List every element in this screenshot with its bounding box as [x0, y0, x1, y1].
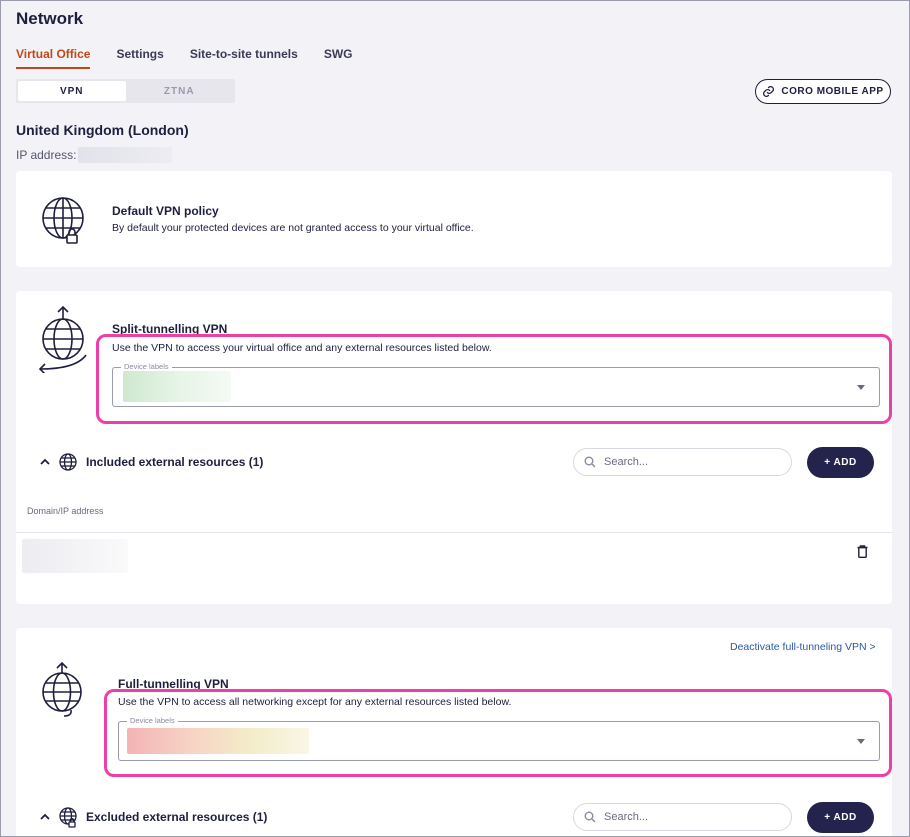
globe-full-icon	[42, 662, 82, 717]
tab-swg[interactable]: SWG	[324, 47, 353, 69]
resource-row-value-redacted	[22, 539, 128, 573]
included-resources-title: Included external resources (1)	[86, 455, 264, 469]
full-device-labels-select[interactable]: Device labels	[118, 716, 880, 761]
search-icon	[584, 811, 596, 823]
deactivate-full-tunneling-link[interactable]: Deactivate full-tunneling VPN >	[730, 641, 876, 653]
included-resources-header[interactable]: Included external resources (1)	[40, 452, 263, 472]
domain-ip-column-header: Domain/IP address	[27, 506, 104, 516]
full-tunnelling-description: Use the VPN to access all networking exc…	[118, 696, 512, 708]
full-device-labels-value	[127, 728, 309, 754]
page-title: Network	[16, 9, 84, 28]
split-device-labels-select[interactable]: Device labels	[112, 362, 880, 407]
full-tunnelling-card: Deactivate full-tunneling VPN > Full-tun…	[16, 628, 892, 837]
globe-lock-icon	[59, 807, 77, 828]
default-vpn-policy-title: Default VPN policy	[112, 204, 219, 218]
trash-icon[interactable]	[857, 545, 868, 558]
chevron-up-icon[interactable]	[40, 457, 50, 467]
chevron-down-icon[interactable]	[857, 739, 865, 744]
included-resources-search-placeholder: Search...	[604, 456, 649, 468]
table-divider	[16, 532, 892, 533]
ztna-toggle-option[interactable]: ZTNA	[126, 81, 234, 101]
vpn-ztna-toggle: VPN ZTNA	[16, 79, 235, 103]
split-device-labels-label: Device labels	[121, 362, 172, 371]
chevron-up-icon[interactable]	[40, 812, 50, 822]
full-device-labels-label: Device labels	[127, 716, 178, 725]
coro-mobile-app-label: CORO MOBILE APP	[781, 86, 884, 97]
add-excluded-resource-button[interactable]: + ADD	[807, 802, 874, 833]
full-tunnelling-title: Full-tunnelling VPN	[118, 677, 229, 691]
split-tunnelling-description: Use the VPN to access your virtual offic…	[112, 342, 492, 354]
add-included-resource-button[interactable]: + ADD	[807, 447, 874, 478]
tab-bar: Virtual Office Settings Site-to-site tun…	[16, 47, 379, 69]
default-vpn-policy-description: By default your protected devices are no…	[112, 222, 474, 234]
excluded-resources-title: Excluded external resources (1)	[86, 810, 268, 824]
ip-address-redacted	[78, 147, 173, 163]
globe-icon	[59, 453, 77, 471]
excluded-resources-search-placeholder: Search...	[604, 811, 649, 823]
split-tunnelling-card: Split-tunnelling VPN Use the VPN to acce…	[16, 291, 892, 604]
tab-site-to-site-tunnels[interactable]: Site-to-site tunnels	[190, 47, 298, 69]
excluded-resources-search[interactable]: Search...	[573, 803, 792, 831]
tab-settings[interactable]: Settings	[116, 47, 163, 69]
chevron-down-icon[interactable]	[857, 385, 865, 390]
default-vpn-policy-card: Default VPN policy By default your prote…	[16, 171, 892, 267]
tab-virtual-office[interactable]: Virtual Office	[16, 47, 91, 69]
globe-lock-icon	[42, 197, 84, 244]
ip-address-row: IP address:	[16, 147, 173, 163]
globe-split-icon	[38, 305, 87, 373]
coro-mobile-app-button[interactable]: CORO MOBILE APP	[755, 79, 891, 104]
vpn-toggle-option[interactable]: VPN	[18, 81, 126, 101]
location-name: United Kingdom (London)	[16, 122, 189, 138]
split-tunnelling-title: Split-tunnelling VPN	[112, 322, 228, 336]
link-icon	[763, 86, 775, 97]
excluded-resources-header[interactable]: Excluded external resources (1)	[40, 806, 267, 828]
split-device-labels-value	[123, 371, 231, 402]
search-icon	[584, 456, 596, 468]
ip-address-label: IP address:	[16, 148, 77, 162]
included-resources-search[interactable]: Search...	[573, 448, 792, 476]
